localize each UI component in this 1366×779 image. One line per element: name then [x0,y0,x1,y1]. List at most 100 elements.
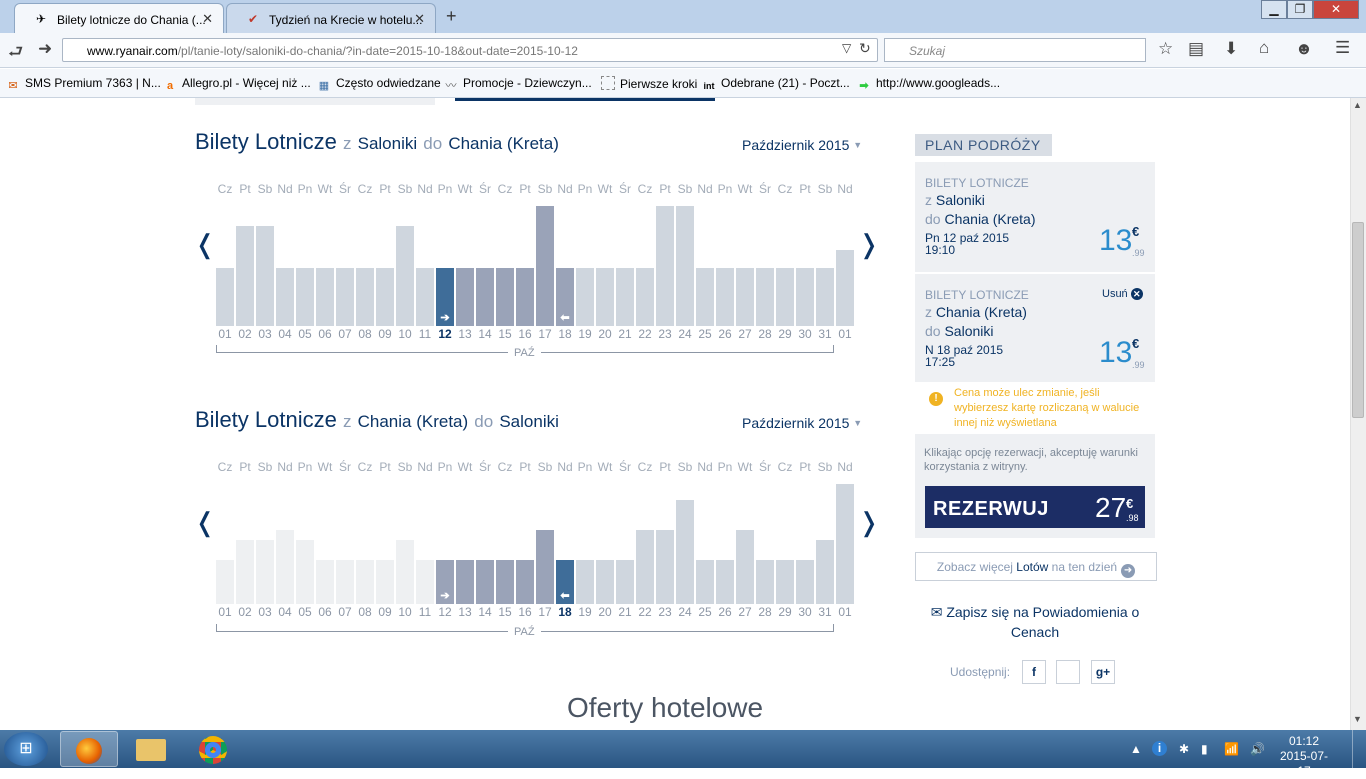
bluetooth-icon[interactable]: ✱ [1179,742,1189,756]
fare-bar[interactable] [336,560,354,604]
fare-bar[interactable] [656,530,674,604]
search-input[interactable]: Szukaj [884,38,1146,62]
bookmark-often-visited[interactable]: ▦ Często odwiedzane [317,76,441,93]
minimize-button[interactable]: ▁ [1261,0,1287,19]
date-label[interactable]: 26 [715,327,735,341]
date-label[interactable]: 18 [555,327,575,341]
fare-bar[interactable] [636,530,654,604]
date-label[interactable]: 03 [255,327,275,341]
fare-bar[interactable] [276,530,294,604]
explorer-taskbar-icon[interactable] [122,731,180,767]
fare-bar[interactable] [816,540,834,604]
date-label[interactable]: 11 [415,327,435,341]
date-label[interactable]: 07 [335,605,355,619]
fare-bar[interactable] [376,560,394,604]
date-label[interactable]: 28 [755,327,775,341]
fare-bar[interactable] [516,268,534,326]
date-label[interactable]: 05 [295,327,315,341]
fare-bar[interactable] [656,206,674,326]
bookmark-googleads[interactable]: ➡ http://www.googleads... [857,76,1000,93]
date-label[interactable]: 03 [255,605,275,619]
date-label[interactable]: 06 [315,327,335,341]
date-label[interactable]: 08 [355,605,375,619]
facebook-share-icon[interactable]: f [1022,660,1046,684]
outbound-next-arrow[interactable]: ❭ [858,229,880,260]
tray-expand-icon[interactable]: ▲ [1130,742,1142,756]
date-label[interactable]: 20 [595,327,615,341]
fare-bar[interactable] [236,540,254,604]
maximize-button[interactable]: ❐ [1287,0,1313,19]
fare-bar[interactable] [336,268,354,326]
fare-bar[interactable] [376,268,394,326]
date-label[interactable]: 23 [655,605,675,619]
signal-icon[interactable]: 📶 [1224,742,1239,756]
subscribe-link[interactable]: ✉ Zapisz się na Powiadomienia o Cenach [925,602,1145,642]
star-icon[interactable]: ☆ [1158,39,1173,59]
date-label[interactable]: 06 [315,605,335,619]
fare-bar[interactable] [776,560,794,604]
download-icon[interactable]: ⬇ [1224,39,1238,59]
date-label[interactable]: 28 [755,605,775,619]
fare-bar[interactable] [316,268,334,326]
date-label[interactable]: 10 [395,327,415,341]
fare-bar[interactable] [356,268,374,326]
fare-bar[interactable] [716,560,734,604]
inbound-next-arrow[interactable]: ❭ [858,507,880,538]
bookmark-sms[interactable]: ✉ SMS Premium 7363 | N... [6,76,160,93]
fare-bar[interactable] [396,226,414,326]
fare-bar[interactable] [576,268,594,326]
date-label[interactable]: 01 [215,327,235,341]
date-label[interactable]: 27 [735,327,755,341]
date-label[interactable]: 25 [695,605,715,619]
info-icon[interactable]: i [1152,741,1167,756]
fare-bar[interactable] [736,268,754,326]
fare-bar[interactable] [516,560,534,604]
forward-icon[interactable]: ➜ [38,39,52,59]
fare-bar[interactable] [416,268,434,326]
date-label[interactable]: 31 [815,327,835,341]
date-label[interactable]: 24 [675,327,695,341]
chat-icon[interactable]: ☻ [1295,39,1313,59]
date-label[interactable]: 15 [495,605,515,619]
date-label[interactable]: 29 [775,327,795,341]
fare-bar[interactable] [596,560,614,604]
fare-bar[interactable] [616,560,634,604]
fare-bar[interactable] [256,540,274,604]
system-clock[interactable]: 01:12 2015-07-17 [1274,734,1334,779]
date-label[interactable]: 25 [695,327,715,341]
date-label[interactable]: 12 [435,605,455,619]
fare-bar[interactable] [216,268,234,326]
battery-icon[interactable]: ▮ [1201,742,1208,756]
scroll-up-icon[interactable]: ▲ [1353,100,1362,110]
outbound-month-select[interactable]: Październik 2015 ▼ [742,137,862,153]
fare-bar[interactable] [476,268,494,326]
fare-bar[interactable] [396,540,414,604]
date-label[interactable]: 29 [775,605,795,619]
firefox-taskbar-icon[interactable] [60,731,118,767]
bookmark-promocje[interactable]: 〰 Promocje - Dziewczyn... [444,76,592,93]
close-tab-icon[interactable]: ✕ [414,11,425,27]
date-label[interactable]: 10 [395,605,415,619]
date-label[interactable]: 01 [215,605,235,619]
fare-bar[interactable] [296,268,314,326]
fare-bar[interactable] [456,560,474,604]
date-label[interactable]: 22 [635,327,655,341]
date-label[interactable]: 04 [275,605,295,619]
fare-bar[interactable] [596,268,614,326]
new-tab-button[interactable]: + [446,6,457,27]
date-label[interactable]: 24 [675,605,695,619]
date-label[interactable]: 11 [415,605,435,619]
home-icon[interactable]: ⌂ [1259,38,1269,58]
fare-bar[interactable] [496,268,514,326]
date-label[interactable]: 09 [375,327,395,341]
fare-bar[interactable] [416,560,434,604]
date-label[interactable]: 01 [835,327,855,341]
book-button[interactable]: REZERWUJ 27 € .98 [925,486,1145,528]
start-button[interactable]: ⊞ [4,732,48,766]
date-label[interactable]: 31 [815,605,835,619]
fare-bar[interactable] [256,226,274,326]
fare-bar[interactable] [756,560,774,604]
bookmark-first-steps[interactable]: Pierwsze kroki [601,76,697,91]
remove-return-button[interactable]: Usuń ✕ [1102,288,1143,300]
fare-bar[interactable] [676,206,694,326]
